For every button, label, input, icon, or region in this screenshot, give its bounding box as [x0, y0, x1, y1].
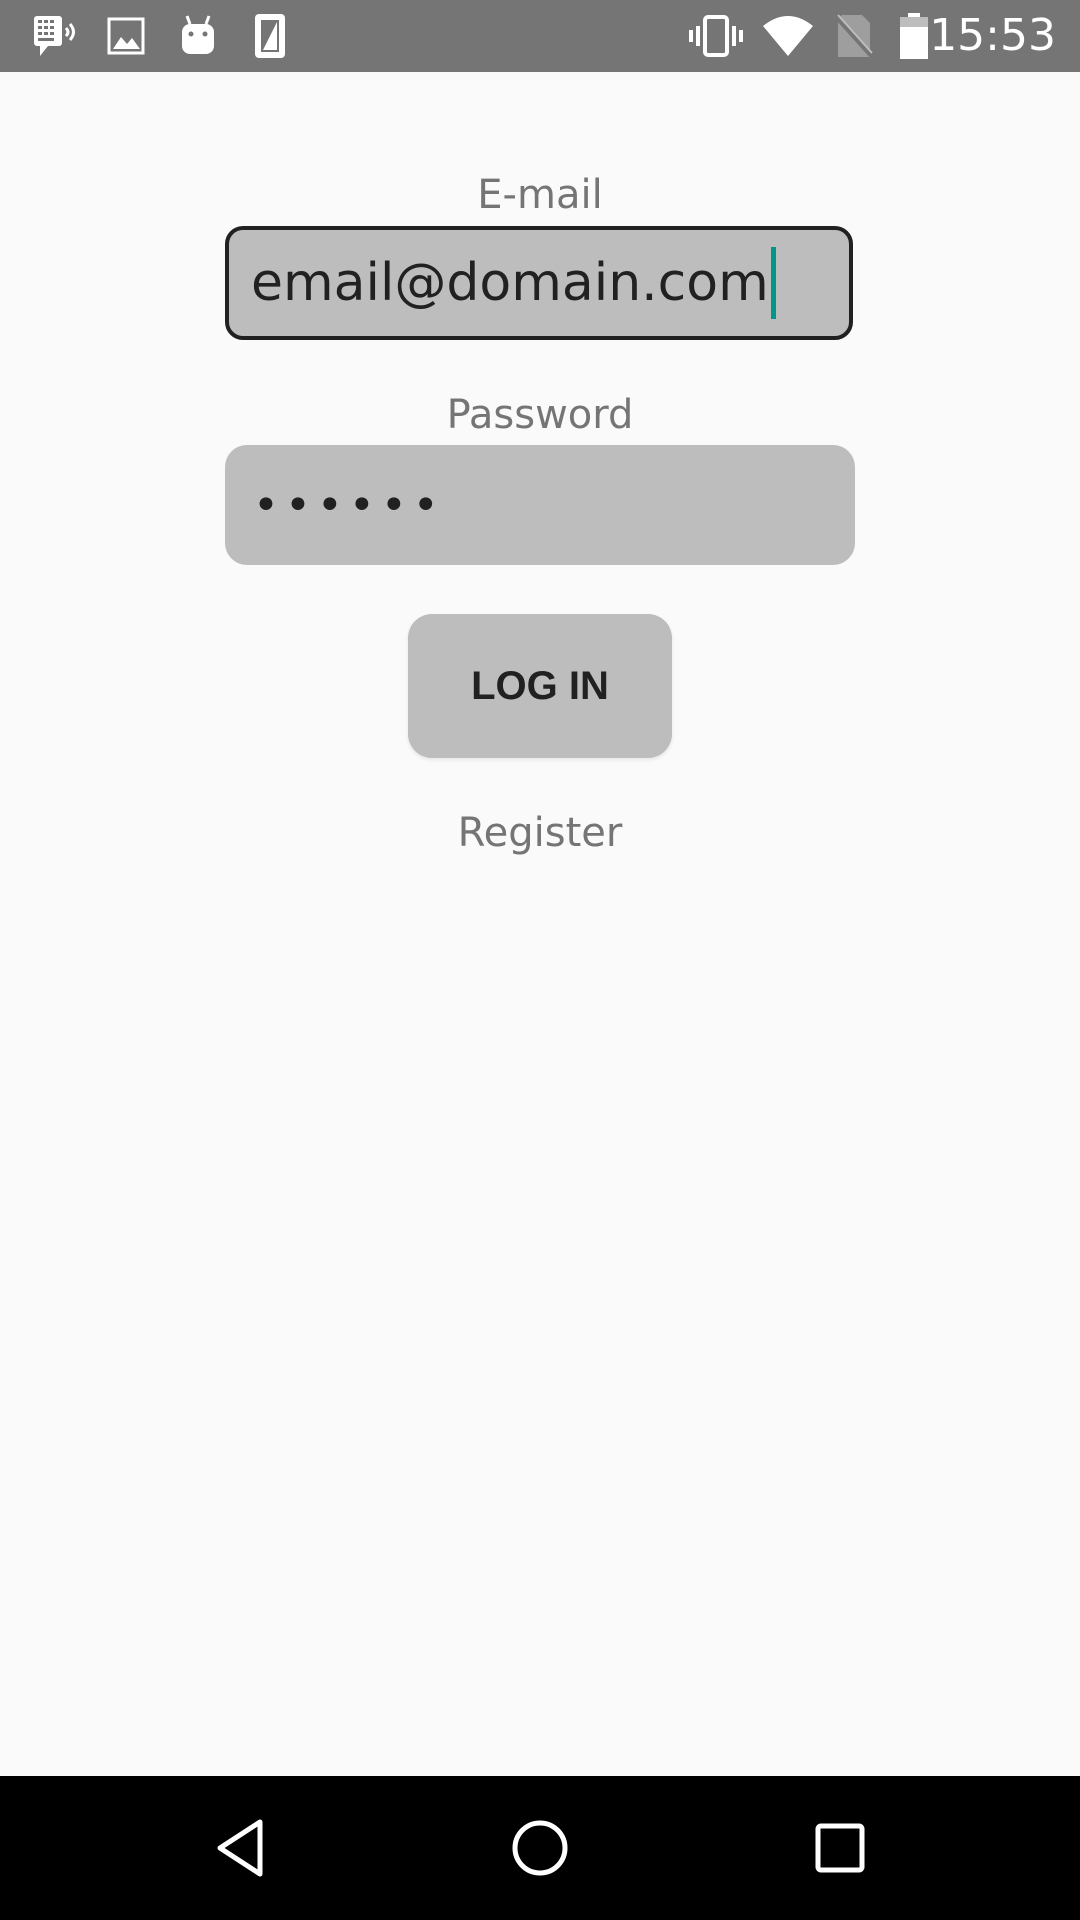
- status-bar: 15:53: [0, 0, 1080, 72]
- vibrate-icon: [688, 12, 744, 60]
- recents-icon[interactable]: [804, 1812, 876, 1884]
- image-icon: [106, 12, 146, 60]
- text-cursor: [770, 247, 776, 319]
- keyboard-voice-icon: [28, 12, 80, 60]
- sim-card-icon: [250, 12, 290, 60]
- no-sim-icon: [832, 12, 876, 60]
- status-time: 15:53: [929, 10, 1056, 61]
- battery-icon: [896, 12, 932, 60]
- back-icon[interactable]: [204, 1812, 276, 1884]
- home-icon[interactable]: [504, 1812, 576, 1884]
- password-label: Password: [446, 392, 634, 438]
- email-value: email@domain.com: [251, 253, 769, 313]
- wifi-icon: [760, 12, 816, 60]
- login-button[interactable]: LOG IN: [408, 614, 672, 758]
- register-link[interactable]: Register: [0, 810, 1080, 856]
- email-label: E-mail: [477, 172, 603, 218]
- password-value: ••••••: [253, 479, 445, 531]
- email-field[interactable]: email@domain.com: [225, 226, 853, 340]
- android-icon: [178, 12, 218, 60]
- password-field[interactable]: ••••••: [225, 445, 855, 565]
- navigation-bar: [0, 1776, 1080, 1920]
- login-screen: E-mail email@domain.com Password •••••• …: [0, 72, 1080, 1776]
